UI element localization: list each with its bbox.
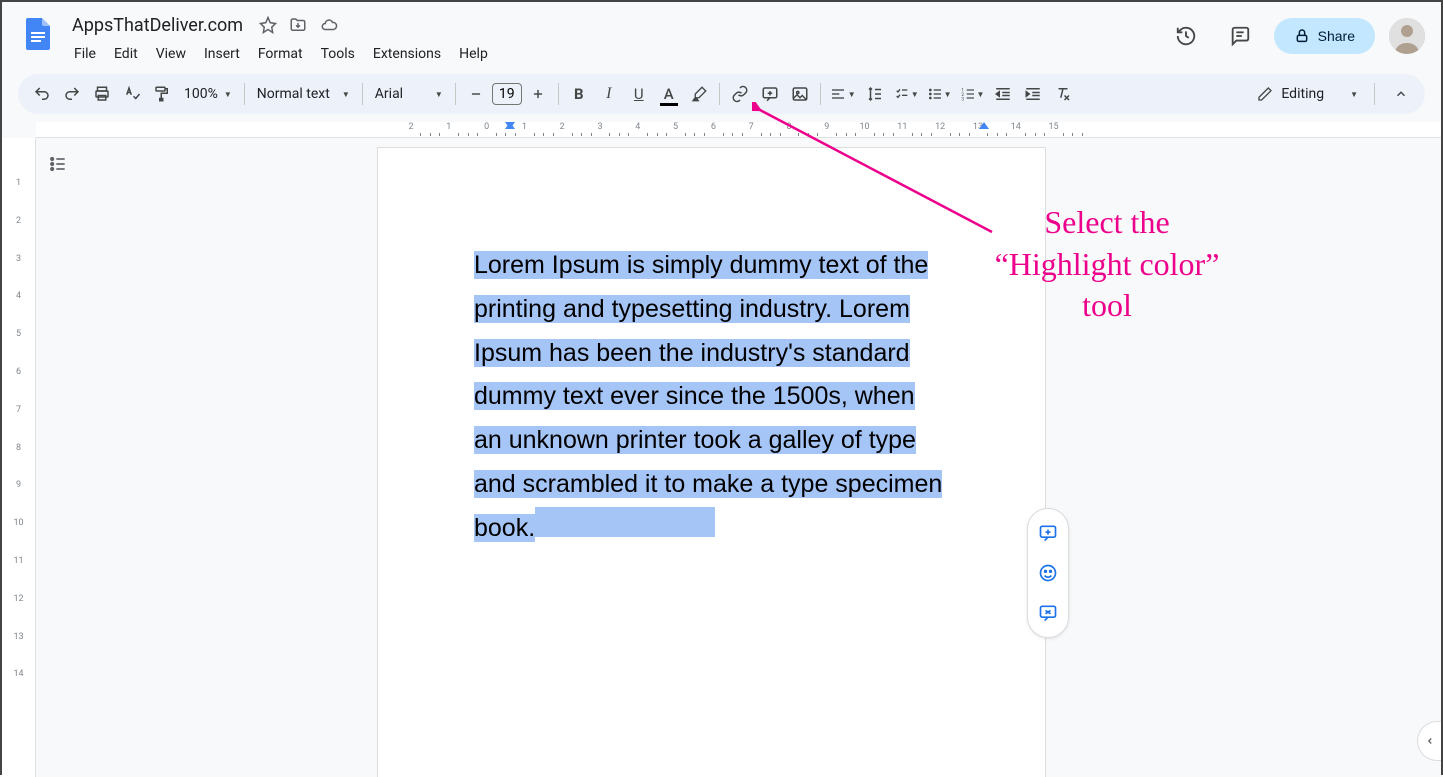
- italic-button[interactable]: I: [595, 80, 623, 108]
- paragraph-style-select[interactable]: Normal text▼: [251, 80, 356, 108]
- history-icon[interactable]: [1166, 16, 1206, 56]
- menu-extensions[interactable]: Extensions: [365, 42, 449, 66]
- menu-file[interactable]: File: [66, 42, 104, 66]
- redo-button[interactable]: [58, 80, 86, 108]
- decrease-indent-button[interactable]: [989, 80, 1017, 108]
- header-actions: Share: [1166, 16, 1425, 56]
- menu-help[interactable]: Help: [451, 42, 496, 66]
- insert-image-button[interactable]: [786, 80, 814, 108]
- document-title[interactable]: AppsThatDeliver.com: [66, 13, 249, 38]
- font-select[interactable]: Arial▼: [369, 80, 449, 108]
- toolbar-container: 100%▼ Normal text▼ Arial▼ 19 B I U A ▼ ▼…: [2, 66, 1441, 122]
- document-page[interactable]: Lorem Ipsum is simply dummy text of the …: [378, 148, 1045, 777]
- share-button[interactable]: Share: [1274, 18, 1375, 54]
- title-area: AppsThatDeliver.com File Edit View Inser…: [66, 10, 1166, 66]
- underline-button[interactable]: U: [625, 80, 653, 108]
- document-outline-button[interactable]: [44, 150, 72, 178]
- collapse-toolbar-button[interactable]: [1387, 80, 1415, 108]
- horizontal-ruler[interactable]: 210123456789101112131415: [36, 122, 1441, 138]
- vertical-ruler[interactable]: 1234567891011121314: [2, 138, 36, 777]
- selected-text[interactable]: Lorem Ipsum is simply dummy text of the …: [474, 251, 942, 542]
- menu-insert[interactable]: Insert: [196, 42, 248, 66]
- add-comment-margin-button[interactable]: [1030, 515, 1066, 551]
- user-avatar[interactable]: [1389, 18, 1425, 54]
- toolbar: 100%▼ Normal text▼ Arial▼ 19 B I U A ▼ ▼…: [18, 74, 1425, 114]
- undo-button[interactable]: [28, 80, 56, 108]
- left-indent-marker[interactable]: [504, 122, 516, 129]
- font-size-input[interactable]: 19: [492, 83, 522, 105]
- move-icon[interactable]: [289, 16, 307, 34]
- share-label: Share: [1318, 28, 1355, 44]
- clear-formatting-button[interactable]: [1049, 80, 1077, 108]
- menu-tools[interactable]: Tools: [313, 42, 363, 66]
- highlight-color-button[interactable]: [685, 80, 713, 108]
- checklist-button[interactable]: ▼: [891, 80, 922, 108]
- docs-logo[interactable]: [18, 14, 58, 54]
- annotation-text: Select the “Highlight color” tool: [957, 202, 1257, 327]
- mode-button[interactable]: Editing ▼: [1247, 80, 1368, 108]
- decrease-font-size[interactable]: [462, 80, 490, 108]
- cloud-status-icon[interactable]: [319, 16, 339, 34]
- menu-format[interactable]: Format: [250, 42, 311, 66]
- bold-button[interactable]: B: [565, 80, 593, 108]
- comments-icon[interactable]: [1220, 16, 1260, 56]
- increase-indent-button[interactable]: [1019, 80, 1047, 108]
- text-color-button[interactable]: A: [655, 80, 683, 108]
- svg-text:3: 3: [961, 97, 964, 102]
- suggest-edits-button[interactable]: [1030, 595, 1066, 631]
- add-comment-button[interactable]: [756, 80, 784, 108]
- zoom-select[interactable]: 100%▼: [178, 80, 238, 108]
- app-header: AppsThatDeliver.com File Edit View Inser…: [2, 2, 1441, 66]
- increase-font-size[interactable]: [524, 80, 552, 108]
- align-button[interactable]: ▼: [827, 80, 859, 108]
- paint-format-button[interactable]: [148, 80, 176, 108]
- menu-edit[interactable]: Edit: [106, 42, 146, 66]
- menu-bar: File Edit View Insert Format Tools Exten…: [66, 42, 1166, 66]
- right-indent-marker[interactable]: [978, 122, 990, 129]
- insert-link-button[interactable]: [726, 80, 754, 108]
- add-emoji-reaction-button[interactable]: [1030, 555, 1066, 591]
- margin-action-buttons: [1027, 508, 1069, 638]
- star-icon[interactable]: [259, 16, 277, 34]
- line-spacing-button[interactable]: [861, 80, 889, 108]
- bulleted-list-button[interactable]: ▼: [924, 80, 955, 108]
- document-body[interactable]: Lorem Ipsum is simply dummy text of the …: [474, 244, 949, 550]
- menu-view[interactable]: View: [148, 42, 194, 66]
- spellcheck-button[interactable]: [118, 80, 146, 108]
- numbered-list-button[interactable]: 123▼: [957, 80, 988, 108]
- print-button[interactable]: [88, 80, 116, 108]
